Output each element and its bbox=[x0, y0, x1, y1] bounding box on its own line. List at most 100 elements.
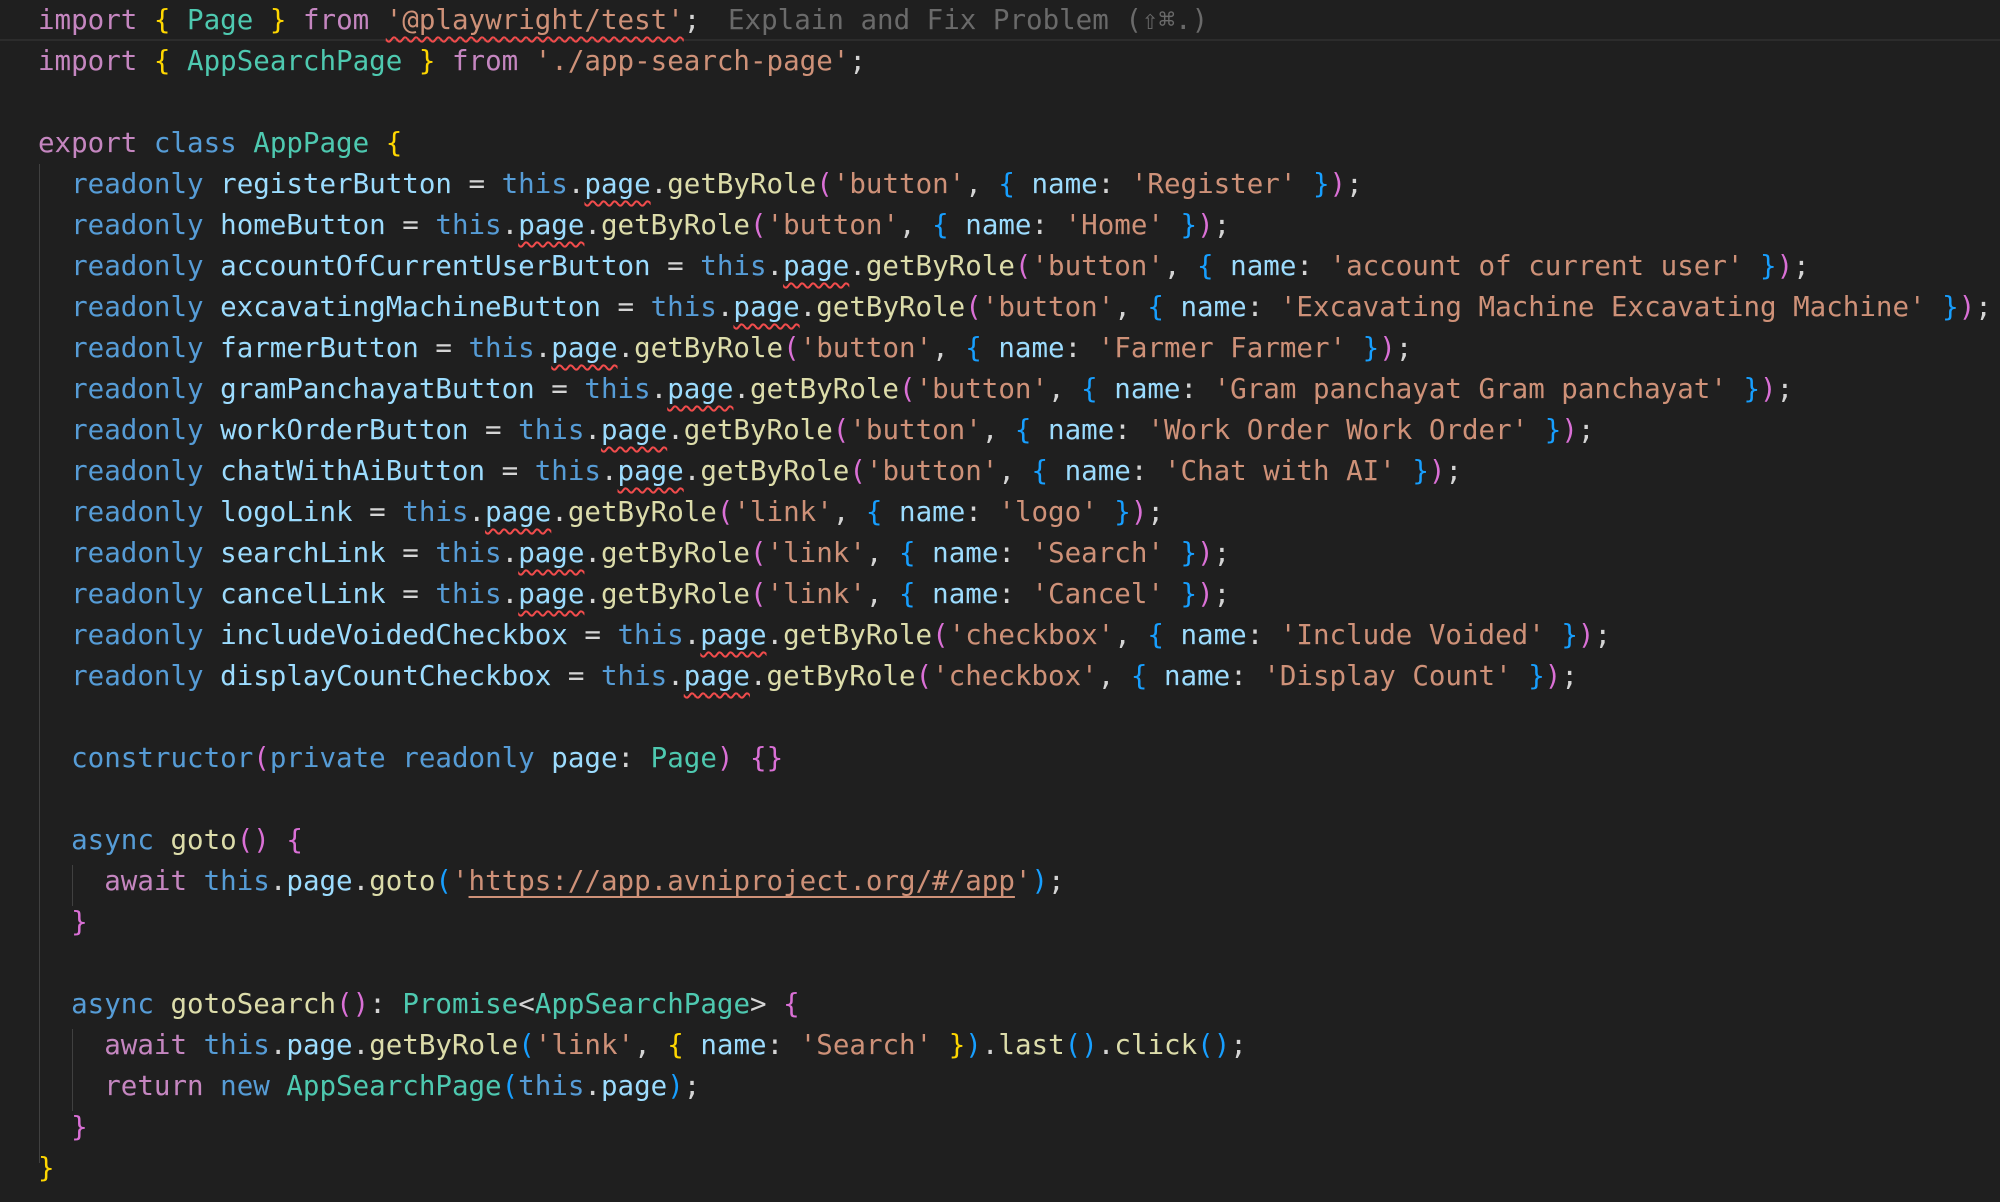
code-token: . bbox=[352, 1029, 370, 1061]
code-line[interactable]: } bbox=[38, 1148, 55, 1189]
code-token: 'Farmer Farmer' bbox=[1097, 332, 1347, 364]
code-line[interactable]: } bbox=[38, 902, 88, 943]
code-line[interactable]: readonly searchLink = this.page.getByRol… bbox=[38, 533, 1230, 574]
code-token: name bbox=[1048, 414, 1115, 446]
code-token: 'button' bbox=[915, 373, 1049, 405]
code-token: name bbox=[1230, 250, 1297, 282]
code-token: . bbox=[501, 537, 519, 569]
code-token: 'Home' bbox=[1064, 209, 1164, 241]
code-token: getByRole bbox=[600, 209, 750, 241]
code-token: : bbox=[1246, 291, 1280, 323]
code-token: 'button' bbox=[865, 455, 999, 487]
code-token: AppSearchPage bbox=[534, 988, 751, 1020]
code-token: AppSearchPage bbox=[187, 45, 403, 77]
code-line[interactable]: } bbox=[38, 1107, 88, 1148]
code-editor[interactable]: import { Page } from '@playwright/test';… bbox=[0, 0, 2000, 1202]
code-token: 'Display Count' bbox=[1263, 660, 1512, 692]
code-token: . bbox=[501, 578, 519, 610]
code-token: getByRole bbox=[369, 1029, 519, 1061]
code-line[interactable]: return new AppSearchPage(this.page); bbox=[38, 1066, 700, 1107]
code-token: : bbox=[1246, 619, 1280, 651]
code-token: , bbox=[832, 496, 866, 528]
code-token: getByRole bbox=[667, 168, 817, 200]
code-token: this bbox=[534, 455, 601, 487]
code-line[interactable]: constructor(private readonly page: Page)… bbox=[38, 738, 783, 779]
code-token: name bbox=[1064, 455, 1131, 487]
code-token: name bbox=[998, 332, 1065, 364]
code-line[interactable]: readonly includeVoidedCheckbox = this.pa… bbox=[38, 615, 1611, 656]
code-line[interactable]: import { Page } from '@playwright/test'; bbox=[38, 0, 700, 41]
code-token: readonly bbox=[71, 578, 204, 610]
code-line[interactable]: readonly workOrderButton = this.page.get… bbox=[38, 410, 1594, 451]
code-token: : bbox=[998, 537, 1032, 569]
code-token: page bbox=[584, 168, 651, 200]
code-token: './app-search-page' bbox=[534, 45, 850, 77]
code-line[interactable]: readonly farmerButton = this.page.getByR… bbox=[38, 328, 1412, 369]
code-line[interactable]: readonly logoLink = this.page.getByRole(… bbox=[38, 492, 1164, 533]
code-token: = bbox=[352, 496, 403, 528]
code-token: getByRole bbox=[865, 250, 1015, 282]
code-token: new bbox=[220, 1070, 270, 1102]
code-token: 'button' bbox=[766, 209, 900, 241]
code-token: getByRole bbox=[700, 455, 850, 487]
code-token: ; bbox=[1594, 619, 1612, 651]
code-line[interactable]: readonly chatWithAiButton = this.page.ge… bbox=[38, 451, 1462, 492]
code-line[interactable]: export class AppPage { bbox=[38, 123, 402, 164]
code-token: 'button' bbox=[799, 332, 933, 364]
code-token: } bbox=[1362, 332, 1380, 364]
code-line[interactable]: readonly cancelLink = this.page.getByRol… bbox=[38, 574, 1230, 615]
code-token: ) bbox=[1031, 865, 1049, 897]
code-token: readonly bbox=[71, 209, 204, 241]
code-token: ) bbox=[1428, 455, 1446, 487]
code-token: . bbox=[766, 619, 784, 651]
code-token: getByRole bbox=[634, 332, 784, 364]
code-line[interactable]: readonly registerButton = this.page.getB… bbox=[38, 164, 1363, 205]
code-line[interactable]: async goto() { bbox=[38, 820, 303, 861]
code-token: } bbox=[1942, 291, 1959, 323]
code-line[interactable]: readonly excavatingMachineButton = this.… bbox=[38, 287, 1992, 328]
code-line[interactable]: await this.page.getByRole('link', { name… bbox=[38, 1025, 1247, 1066]
code-token: ( bbox=[501, 1070, 519, 1102]
code-line[interactable]: readonly homeButton = this.page.getByRol… bbox=[38, 205, 1230, 246]
code-token: . bbox=[534, 332, 552, 364]
code-token: { bbox=[932, 209, 949, 241]
code-token: . bbox=[766, 250, 784, 282]
code-token: this bbox=[468, 332, 535, 364]
code-token: 'link' bbox=[733, 496, 833, 528]
code-line[interactable]: readonly gramPanchayatButton = this.page… bbox=[38, 369, 1793, 410]
code-line[interactable]: readonly displayCountCheckbox = this.pag… bbox=[38, 656, 1578, 697]
code-line[interactable]: import { AppSearchPage } from './app-sea… bbox=[38, 41, 866, 82]
code-line[interactable]: async gotoSearch(): Promise<AppSearchPag… bbox=[38, 984, 800, 1025]
code-token: page bbox=[783, 250, 850, 282]
code-token: AppSearchPage bbox=[286, 1070, 502, 1102]
code-token: { bbox=[1147, 291, 1164, 323]
code-token: readonly bbox=[71, 455, 204, 487]
code-line[interactable]: readonly accountOfCurrentUserButton = th… bbox=[38, 246, 1810, 287]
code-token: page bbox=[733, 291, 800, 323]
code-line[interactable]: await this.page.goto('https://app.avnipr… bbox=[38, 861, 1064, 902]
code-token: : bbox=[1296, 250, 1330, 282]
inline-fix-hint[interactable]: Explain and Fix Problem (⇧⌘.) bbox=[728, 0, 1208, 41]
code-token: = bbox=[451, 168, 502, 200]
code-token: this bbox=[435, 578, 502, 610]
code-token: getByRole bbox=[600, 578, 750, 610]
code-token: } bbox=[1180, 578, 1198, 610]
